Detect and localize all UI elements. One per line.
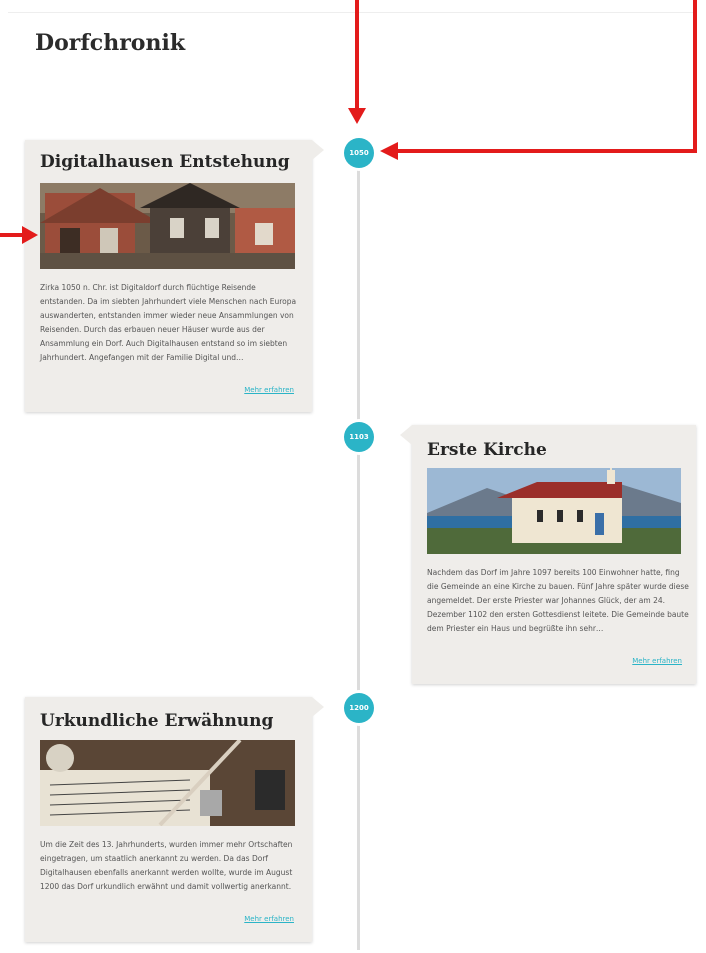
annotation-arrow-line: [693, 0, 697, 153]
timeline-year-badge-1103[interactable]: 1103: [344, 422, 374, 452]
card-text: Zirka 1050 n. Chr. ist Digitaldorf durch…: [40, 283, 297, 362]
mehr-erfahren-link[interactable]: Mehr erfahren: [244, 386, 294, 394]
timeline-year-badge-1200[interactable]: 1200: [344, 693, 374, 723]
card-title: Digitalhausen Entstehung: [40, 152, 290, 172]
card-text: Um die Zeit des 13. Jahrhunderts, wurden…: [40, 840, 293, 891]
card-pointer: [312, 140, 324, 160]
annotation-arrowhead-left: [380, 142, 398, 160]
card-pointer: [400, 425, 412, 445]
timeline-card-entstehung: Digitalhausen Entstehung Zirka 1050 n. C…: [25, 140, 312, 412]
card-title: Erste Kirche: [427, 440, 547, 460]
page-title: Dorfchronik: [35, 30, 186, 56]
annotation-arrowhead-right: [22, 226, 38, 244]
card-image-old-house: [40, 183, 295, 269]
mehr-erfahren-link[interactable]: Mehr erfahren: [632, 657, 682, 665]
card-pointer: [312, 697, 324, 717]
timeline-year-badge-1050[interactable]: 1050: [344, 138, 374, 168]
card-image-church: [427, 468, 681, 554]
card-image-quill: [40, 738, 295, 827]
card-title: Urkundliche Erwähnung: [40, 711, 274, 731]
card-text: Nachdem das Dorf im Jahre 1097 bereits 1…: [427, 568, 689, 633]
timeline-card-kirche: Erste Kirche Nachdem das Dorf im Jahre 1…: [412, 425, 696, 684]
annotation-arrowhead-down: [348, 108, 366, 124]
annotation-arrow-line: [395, 149, 697, 153]
timeline-card-urkundliche-erwaehnung: Urkundliche Erwähnung Um die Zeit des 13…: [25, 697, 312, 942]
mehr-erfahren-link[interactable]: Mehr erfahren: [244, 915, 294, 923]
annotation-arrow-line: [355, 0, 359, 112]
timeline-line: [357, 150, 360, 950]
annotation-arrow-line: [0, 233, 24, 237]
